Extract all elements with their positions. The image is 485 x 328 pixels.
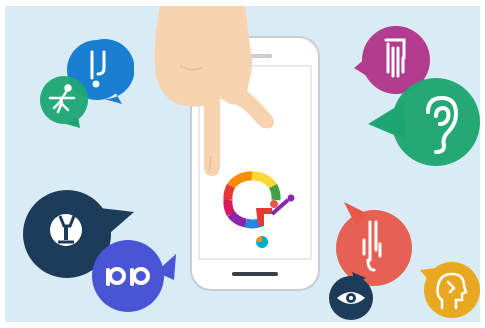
baby-carriage-bubble <box>92 240 176 312</box>
wheelchair-user-icon <box>50 214 82 246</box>
eye-bubble <box>329 272 373 320</box>
head-profile-bubble <box>420 262 480 318</box>
elderly-bubble <box>40 76 88 128</box>
pointing-hand <box>154 6 274 176</box>
illustration <box>0 0 485 328</box>
question-mark-accessibility-logo <box>223 171 295 248</box>
ear-bubble <box>368 78 480 166</box>
